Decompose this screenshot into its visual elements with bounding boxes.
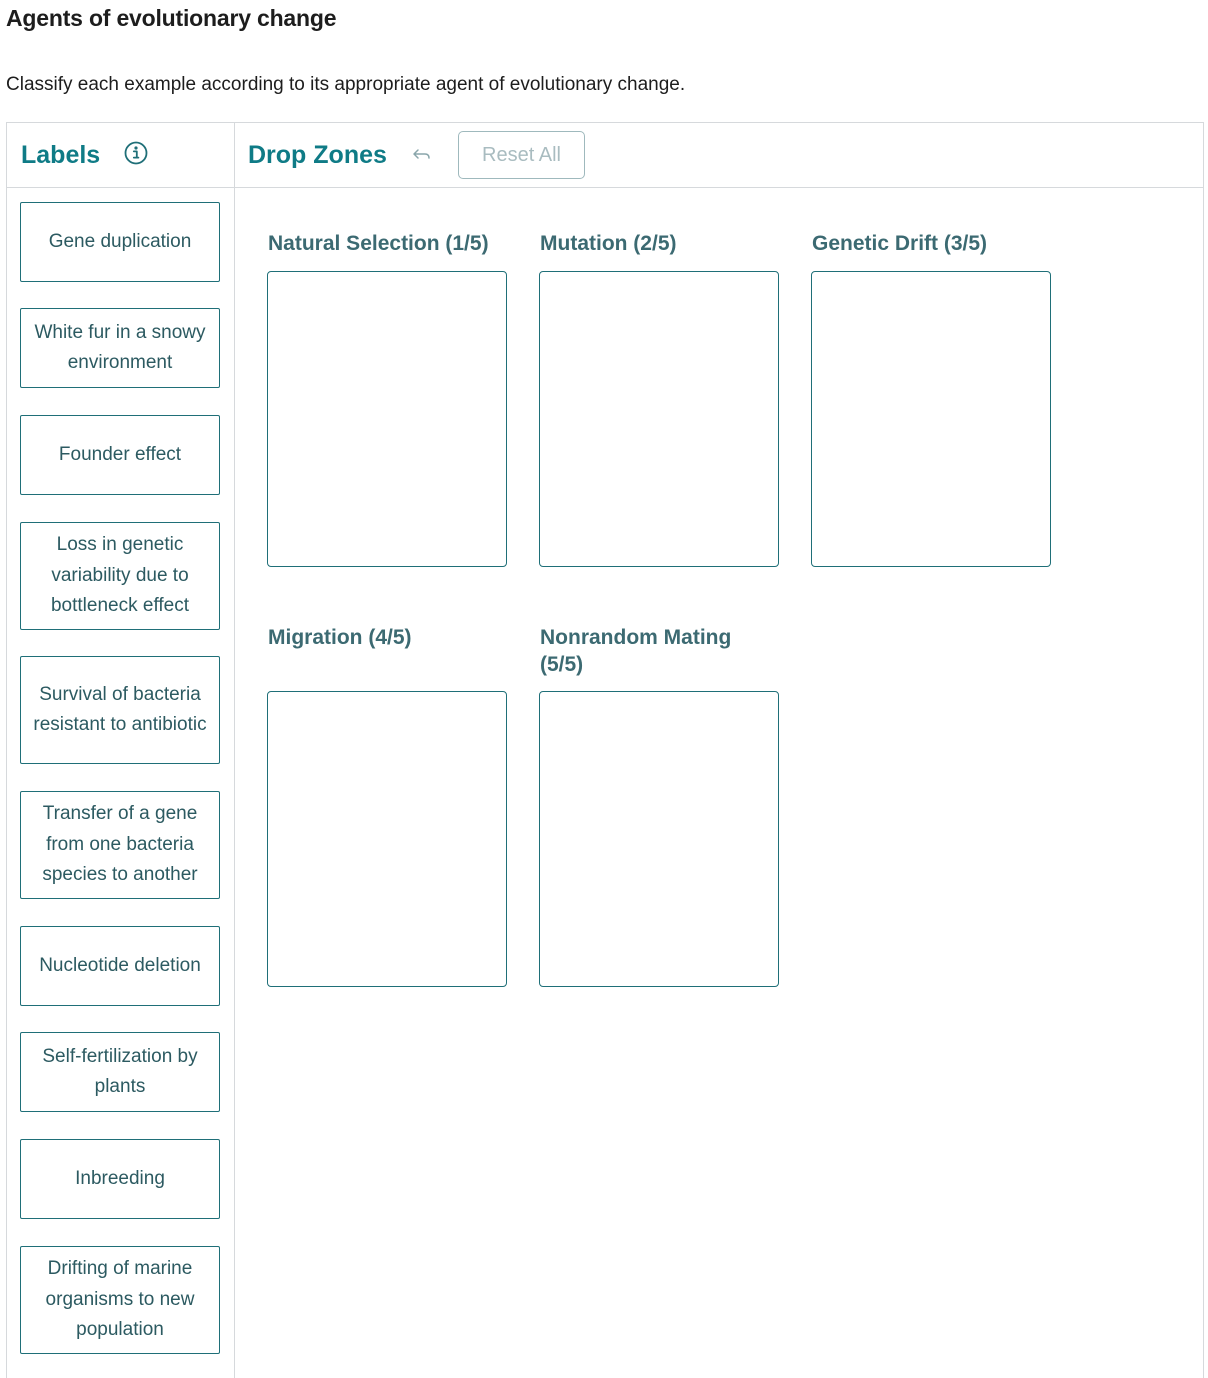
panel-divider-vertical [234,122,235,1378]
label-card-gene-transfer[interactable]: Transfer of a gene from one bacteria spe… [20,791,220,899]
zone-title-migration: Migration (4/5) [268,626,412,649]
label-card-inbreeding[interactable]: Inbreeding [20,1139,220,1219]
label-card-text: Inbreeding [75,1167,165,1189]
zone-title-natural-selection: Natural Selection (1/5) [268,232,489,255]
label-card-nucleotide-deletion[interactable]: Nucleotide deletion [20,926,220,1006]
label-card-self-fertilization[interactable]: Self-fertilization by plants [20,1032,220,1112]
page-title: Agents of evolutionary change [6,5,337,31]
drop-zone-genetic-drift[interactable] [811,271,1051,567]
label-card-text: Loss in genetic variability due to bottl… [50,534,190,617]
label-card-text: Gene duplication [48,230,192,252]
label-card-text: Founder effect [58,443,182,465]
panel-header-divider [6,187,1204,188]
label-card-marine-drift[interactable]: Drifting of marine organisms to new popu… [20,1246,220,1354]
drop-zone-nonrandom-mating[interactable] [539,691,779,987]
reset-all-button[interactable]: Reset All [458,131,585,179]
instructions-text: Classify each example according to its a… [6,74,686,95]
label-card-text: Self-fertilization by plants [42,1045,198,1098]
zone-title-genetic-drift: Genetic Drift (3/5) [812,232,988,255]
drop-zone-migration[interactable] [267,691,507,987]
label-card-text: Nucleotide deletion [39,954,201,976]
drop-zone-natural-selection[interactable] [267,271,507,567]
drop-zone-mutation[interactable] [539,271,779,567]
undo-arrow-icon[interactable] [412,146,432,164]
drop-zones-heading: Drop Zones [248,141,387,169]
label-card-founder-effect[interactable]: Founder effect [20,415,220,495]
label-card-text: Transfer of a gene from one bacteria spe… [42,803,198,886]
label-card-text: Drifting of marine organisms to new popu… [45,1258,195,1341]
labels-heading: Labels [21,141,101,169]
zone-title-nonrandom-mating: Nonrandom Mating (5/5) [540,626,732,676]
label-card-antibiotic-resistance[interactable]: Survival of bacteria resistant to antibi… [20,656,220,764]
info-circle-icon[interactable] [124,141,148,165]
label-card-bottleneck[interactable]: Loss in genetic variability due to bottl… [20,522,220,630]
label-card-gene-duplication[interactable]: Gene duplication [20,202,220,282]
label-card-white-fur[interactable]: White fur in a snowy environment [20,308,220,388]
label-card-text: White fur in a snowy environment [34,321,206,374]
zone-title-mutation: Mutation (2/5) [540,232,677,255]
label-card-text: Survival of bacteria resistant to antibi… [33,683,207,736]
